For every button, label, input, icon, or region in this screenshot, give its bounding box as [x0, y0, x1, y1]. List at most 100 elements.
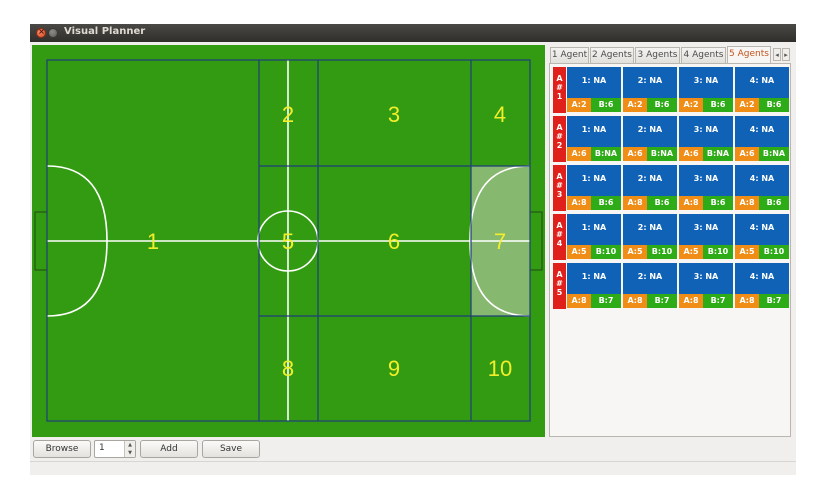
cell-target: 2: NA: [623, 67, 677, 98]
app-window: × Visual Planner 1 2 3 4 5 6 7 8 9 10 1 …: [30, 24, 796, 475]
cell-a-value: A:8: [679, 196, 703, 210]
cell-b-value: B:6: [647, 98, 677, 112]
zone-label-3: 3: [388, 102, 400, 127]
save-button[interactable]: Save: [202, 440, 260, 458]
cell-b-value: B:6: [759, 196, 789, 210]
agents-panel: 1 Agent 2 Agents 3 Agents 4 Agents 5 Age…: [549, 45, 791, 437]
cell-b-value: B:6: [759, 98, 789, 112]
cell-b-value: B:NA: [591, 147, 621, 161]
cell-target: 2: NA: [623, 165, 677, 196]
count-spinner[interactable]: 1 ▲ ▼: [94, 440, 136, 458]
agent-tag: A #5: [553, 263, 566, 309]
cell-target: 4: NA: [735, 116, 789, 147]
minimize-window-button[interactable]: [48, 28, 58, 38]
cell-target: 1: NA: [567, 165, 621, 196]
window-title: Visual Planner: [64, 26, 146, 37]
zone-label-8: 8: [282, 356, 294, 381]
cell-a-value: A:5: [735, 245, 759, 259]
close-window-button[interactable]: ×: [36, 27, 46, 38]
agent-cell[interactable]: 2: NA A:8 B:7: [623, 263, 677, 309]
agent-row-5: A #5 1: NA A:8 B:7 2: NA A:8 B:7 3: NA A:8 B:7 …: [553, 263, 789, 309]
cell-b-value: B:10: [703, 245, 733, 259]
cell-b-value: B:6: [647, 196, 677, 210]
agent-cell[interactable]: 4: NA A:8 B:7: [735, 263, 789, 309]
cell-b-value: B:10: [759, 245, 789, 259]
agent-cell[interactable]: 4: NA A:6 B:NA: [735, 116, 789, 162]
tab-5-agents[interactable]: 5 Agents: [727, 46, 771, 64]
zone-label-4: 4: [494, 102, 506, 127]
browse-button[interactable]: Browse: [33, 440, 91, 458]
field-drawing: 1 2 3 4 5 6 7 8 9 10: [34, 59, 543, 422]
agent-tag: A #2: [553, 116, 566, 162]
cell-a-value: A:8: [735, 196, 759, 210]
cell-b-value: B:NA: [759, 147, 789, 161]
cell-a-value: A:6: [679, 147, 703, 161]
cell-target: 4: NA: [735, 67, 789, 98]
cell-a-value: A:8: [623, 294, 647, 308]
agent-cell[interactable]: 1: NA A:6 B:NA: [567, 116, 621, 162]
cell-b-value: B:NA: [647, 147, 677, 161]
tab-3-agents[interactable]: 3 Agents: [635, 47, 680, 63]
cell-a-value: A:6: [735, 147, 759, 161]
bottom-toolbar: Browse 1 ▲ ▼ Add Save: [30, 437, 796, 461]
agent-cell[interactable]: 3: NA A:8 B:7: [679, 263, 733, 309]
zone-label-7: 7: [494, 229, 506, 254]
tab-1-agent[interactable]: 1 Agent: [550, 47, 589, 63]
cell-b-value: B:10: [591, 245, 621, 259]
cell-a-value: A:6: [623, 147, 647, 161]
tab-scroll-left-icon[interactable]: ◂: [773, 48, 781, 61]
agent-cell[interactable]: 1: NA A:8 B:7: [567, 263, 621, 309]
cell-target: 2: NA: [623, 263, 677, 294]
cell-b-value: B:6: [703, 196, 733, 210]
tab-2-agents[interactable]: 2 Agents: [590, 47, 634, 63]
agent-cell[interactable]: 1: NA A:5 B:10: [567, 214, 621, 260]
tab-4-agents[interactable]: 4 Agents: [681, 47, 726, 63]
zone-label-5: 5: [282, 229, 294, 254]
cell-b-value: B:6: [703, 98, 733, 112]
title-bar: × Visual Planner: [30, 24, 796, 42]
tab-scroll-right-icon[interactable]: ▸: [782, 48, 790, 61]
left-goal: [34, 211, 48, 271]
tab-content-5-agents: A #1 1: NA A:2 B:6 2: NA A:2 B:6 3: NA A:2 B:6 …: [549, 63, 791, 437]
cell-b-value: B:6: [591, 98, 621, 112]
cell-target: 3: NA: [679, 116, 733, 147]
zone-label-10: 10: [488, 356, 512, 381]
zone-label-9: 9: [388, 356, 400, 381]
agent-cell[interactable]: 1: NA A:8 B:6: [567, 165, 621, 211]
cell-target: 1: NA: [567, 263, 621, 294]
cell-a-value: A:5: [679, 245, 703, 259]
soccer-field[interactable]: 1 2 3 4 5 6 7 8 9 10: [32, 45, 545, 437]
agent-row-1: A #1 1: NA A:2 B:6 2: NA A:2 B:6 3: NA A:2 B:6 …: [553, 67, 789, 113]
cell-target: 1: NA: [567, 116, 621, 147]
agent-tabs: 1 Agent 2 Agents 3 Agents 4 Agents 5 Age…: [549, 45, 791, 64]
agent-cell[interactable]: 2: NA A:8 B:6: [623, 165, 677, 211]
agent-cell[interactable]: 4: NA A:5 B:10: [735, 214, 789, 260]
cell-a-value: A:2: [567, 98, 591, 112]
cell-target: 4: NA: [735, 214, 789, 245]
agent-cell[interactable]: 1: NA A:2 B:6: [567, 67, 621, 113]
cell-target: 3: NA: [679, 165, 733, 196]
cell-a-value: A:8: [567, 294, 591, 308]
cell-a-value: A:2: [679, 98, 703, 112]
agent-cell[interactable]: 3: NA A:8 B:6: [679, 165, 733, 211]
cell-a-value: A:8: [623, 196, 647, 210]
cell-a-value: A:8: [679, 294, 703, 308]
cell-b-value: B:7: [647, 294, 677, 308]
zone-label-6: 6: [388, 229, 400, 254]
agent-cell[interactable]: 4: NA A:8 B:6: [735, 165, 789, 211]
cell-target: 4: NA: [735, 263, 789, 294]
cell-b-value: B:10: [647, 245, 677, 259]
zone-label-1: 1: [147, 229, 159, 254]
agent-cell[interactable]: 3: NA A:5 B:10: [679, 214, 733, 260]
agent-cell[interactable]: 3: NA A:2 B:6: [679, 67, 733, 113]
agent-cell[interactable]: 4: NA A:2 B:6: [735, 67, 789, 113]
agent-cell[interactable]: 3: NA A:6 B:NA: [679, 116, 733, 162]
add-button[interactable]: Add: [140, 440, 198, 458]
agent-cell[interactable]: 2: NA A:2 B:6: [623, 67, 677, 113]
cell-b-value: B:NA: [703, 147, 733, 161]
agent-tag: A #3: [553, 165, 566, 211]
agent-cell[interactable]: 2: NA A:6 B:NA: [623, 116, 677, 162]
agent-cell[interactable]: 2: NA A:5 B:10: [623, 214, 677, 260]
cell-a-value: A:5: [567, 245, 591, 259]
spinner-arrows-icon[interactable]: ▲ ▼: [124, 441, 135, 457]
